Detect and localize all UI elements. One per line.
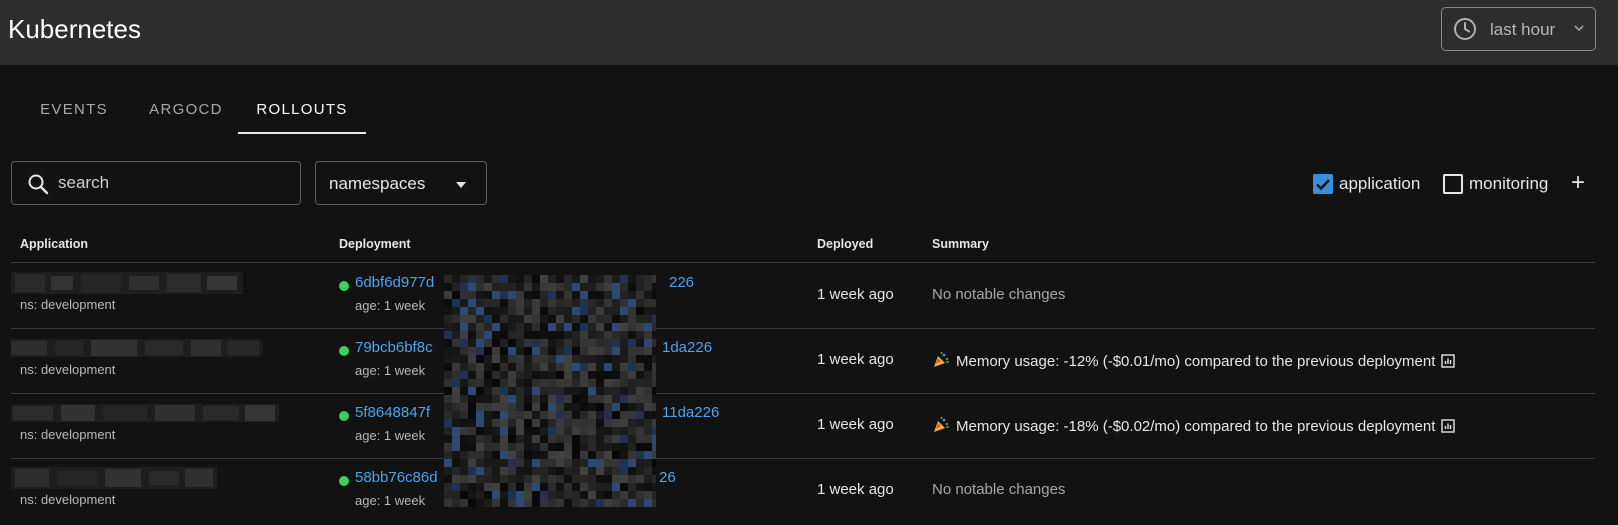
redacted-app-name [11, 339, 263, 357]
deployed-time: 1 week ago [817, 351, 894, 368]
app-header: Kubernetes last hour [0, 0, 1618, 65]
party-popper-icon [934, 416, 949, 432]
summary-text: Memory usage: -12% (-$0.01/mo) compared … [956, 353, 1436, 370]
namespaces-label: namespaces [329, 174, 426, 193]
search-field[interactable] [11, 161, 301, 205]
party-popper-icon [934, 351, 949, 367]
deployed-time: 1 week ago [817, 286, 894, 303]
summary-text: No notable changes [932, 286, 1066, 303]
redacted-app-name [11, 272, 243, 294]
time-range-select[interactable]: last hour [1441, 7, 1596, 51]
search-input[interactable] [58, 170, 288, 196]
table-row: ns: development 5f8648847f 11da226 age: … [11, 394, 1595, 459]
application-checkbox[interactable] [1313, 174, 1333, 194]
summary-line: Memory usage: -12% (-$0.01/mo) compared … [932, 351, 1456, 370]
table-row: ns: development 6dbf6d977d 226 age: 1 we… [11, 264, 1595, 329]
deployment-link-suffix[interactable]: 1da226 [662, 339, 712, 356]
table-header-divider [11, 262, 1595, 263]
redacted-app-name [11, 404, 279, 422]
namespace-label: ns: development [20, 362, 116, 377]
deployment-link[interactable]: 5f8648847f [355, 404, 430, 421]
tab-events[interactable]: EVENTS [30, 90, 118, 134]
age-label: age: 1 week [355, 363, 426, 378]
deployment-link-suffix[interactable]: 226 [669, 274, 694, 291]
redacted-deployment-hash [444, 275, 656, 507]
tab-rollouts[interactable]: ROLLOUTS [238, 90, 366, 134]
deployment-link-suffix[interactable]: 26 [659, 469, 676, 486]
column-header-summary: Summary [932, 237, 989, 251]
column-header-deployed: Deployed [817, 237, 874, 251]
caret-down-icon [456, 182, 466, 188]
clock-icon [1454, 18, 1476, 40]
deployment-link[interactable]: 79bcb6bf8c [355, 339, 433, 356]
redacted-app-name [11, 467, 217, 489]
tab-argocd[interactable]: ARGOCD [134, 90, 238, 134]
bar-chart-icon[interactable] [1441, 419, 1456, 433]
check-icon [1316, 179, 1330, 191]
status-ok-icon [339, 281, 349, 291]
deployment-link-suffix[interactable]: 11da226 [662, 404, 719, 421]
summary-line: Memory usage: -18% (-$0.02/mo) compared … [932, 416, 1456, 435]
deployment-link[interactable]: 58bb76c86d [355, 469, 438, 486]
application-label: application [1339, 174, 1421, 193]
toggle-monitoring[interactable]: monitoring [1443, 172, 1548, 196]
summary-text: No notable changes [932, 481, 1066, 498]
monitoring-label: monitoring [1469, 174, 1549, 193]
age-label: age: 1 week [355, 428, 426, 443]
namespaces-select[interactable]: namespaces [315, 161, 487, 205]
monitoring-checkbox[interactable] [1443, 174, 1463, 194]
namespace-label: ns: development [20, 297, 116, 312]
summary-text: Memory usage: -18% (-$0.02/mo) compared … [956, 418, 1436, 435]
search-icon [28, 174, 49, 195]
bar-chart-icon[interactable] [1441, 354, 1456, 368]
age-label: age: 1 week [355, 493, 426, 508]
deployed-time: 1 week ago [817, 481, 894, 498]
namespace-label: ns: development [20, 427, 116, 442]
deployed-time: 1 week ago [817, 416, 894, 433]
toggle-application[interactable]: application [1313, 172, 1420, 196]
status-ok-icon [339, 411, 349, 421]
table-row: ns: development 79bcb6bf8c 1da226 age: 1… [11, 329, 1595, 394]
status-ok-icon [339, 346, 349, 356]
deployment-link[interactable]: 6dbf6d977d [355, 274, 434, 291]
time-range-label: last hour [1490, 20, 1556, 39]
add-button[interactable]: + [1571, 171, 1585, 195]
chevron-down-icon [1574, 25, 1584, 32]
page-title: Kubernetes [8, 14, 141, 44]
status-ok-icon [339, 476, 349, 486]
column-header-application: Application [20, 237, 89, 251]
namespace-label: ns: development [20, 492, 116, 507]
age-label: age: 1 week [355, 298, 426, 313]
column-header-deployment: Deployment [339, 237, 411, 251]
table-row: ns: development 58bb76c86d 26 age: 1 wee… [11, 459, 1595, 524]
